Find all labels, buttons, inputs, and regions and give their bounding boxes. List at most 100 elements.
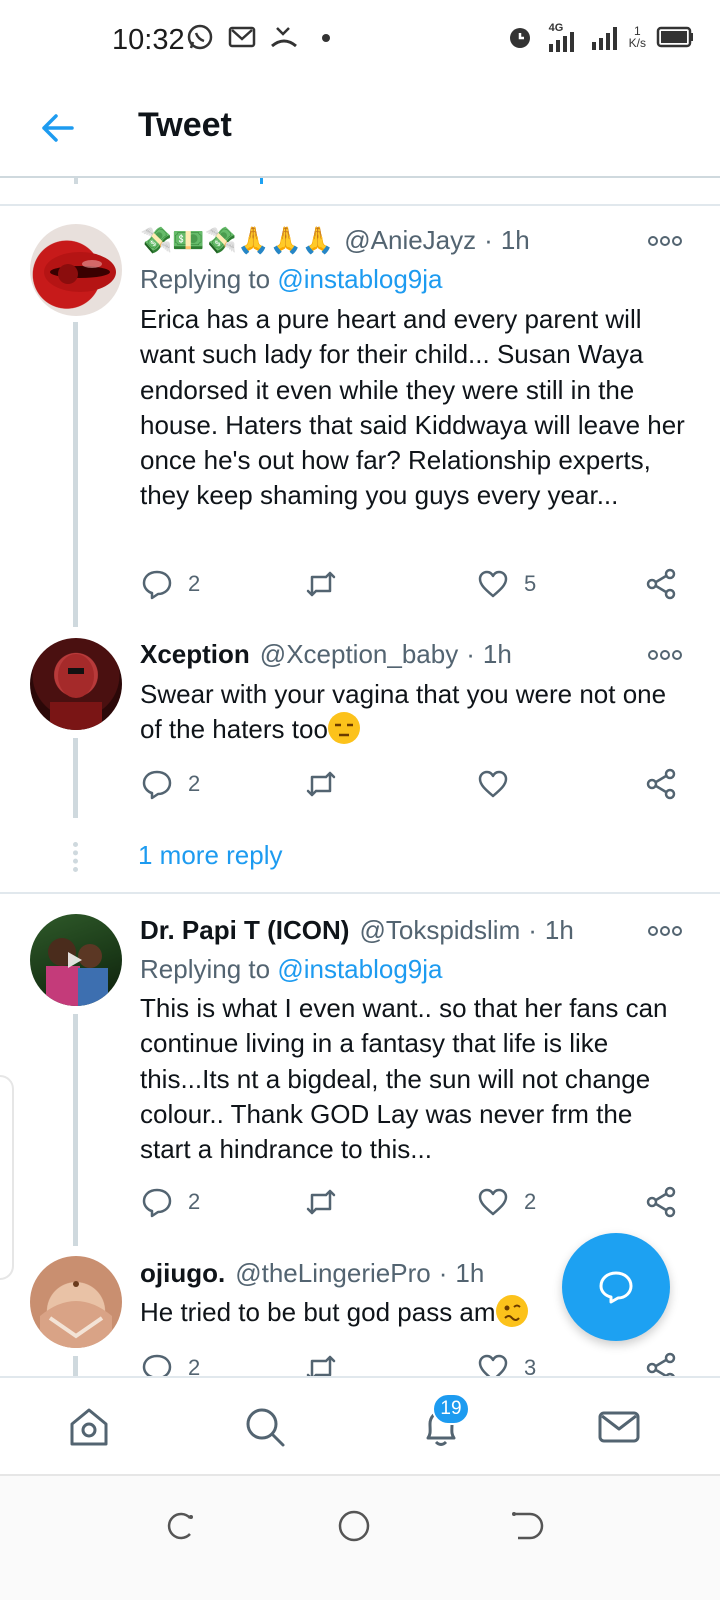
reply-button[interactable]: 2 xyxy=(140,1348,200,1376)
display-name[interactable]: Dr. Papi T (ICON) xyxy=(140,915,349,946)
handle[interactable]: @Xception_baby xyxy=(260,639,458,670)
recents-icon[interactable] xyxy=(160,1506,200,1546)
share-button[interactable] xyxy=(644,1348,678,1376)
avatar[interactable] xyxy=(30,1256,122,1348)
handle[interactable]: @AnieJayz xyxy=(344,225,476,256)
reply-button[interactable]: 2 xyxy=(140,1182,200,1222)
like-button[interactable]: 2 xyxy=(476,1182,536,1222)
tweet-actions: 2 xyxy=(140,764,690,804)
like-count: 3 xyxy=(524,1355,537,1376)
signal-icon xyxy=(591,27,617,50)
avatar[interactable] xyxy=(30,638,122,730)
tweet-header: Xception @Xception_baby · 1h xyxy=(140,636,512,672)
more-options-icon[interactable] xyxy=(648,648,682,662)
system-navigation-bar xyxy=(0,1474,720,1600)
retweet-button[interactable] xyxy=(304,564,352,604)
divider xyxy=(0,204,720,206)
back-system-icon[interactable] xyxy=(506,1506,546,1546)
tweet-header: Dr. Papi T (ICON) @Tokspidslim · 1h xyxy=(140,912,574,948)
separator-dot: · xyxy=(484,224,493,255)
avatar[interactable] xyxy=(30,224,122,316)
reply-count: 2 xyxy=(188,1355,201,1376)
status-system-icons: 4G 1 K/s xyxy=(505,22,694,52)
network-speed: 1 K/s xyxy=(629,25,646,49)
display-name[interactable]: Xception xyxy=(140,639,250,670)
like-count: 5 xyxy=(524,571,537,596)
more-replies-link[interactable]: 1 more reply xyxy=(138,840,283,871)
share-button[interactable] xyxy=(644,564,678,604)
reply-button[interactable]: 2 xyxy=(140,564,200,604)
separator-dot: · xyxy=(438,1257,448,1288)
divider xyxy=(0,892,720,894)
unamused-face-icon xyxy=(327,712,360,745)
separator-dot: · xyxy=(466,638,475,669)
alarm-icon xyxy=(509,28,530,48)
reply-icon xyxy=(142,1188,172,1218)
share-icon xyxy=(646,768,676,800)
more-options-icon[interactable] xyxy=(648,924,682,938)
heart-icon xyxy=(478,1354,508,1376)
like-button[interactable]: 3 xyxy=(476,1348,536,1376)
missed-call-icon xyxy=(271,27,297,48)
status-notification-icons xyxy=(185,22,341,52)
tweet-actions: 2 3 xyxy=(140,1348,690,1376)
retweet-icon xyxy=(306,571,336,597)
share-button[interactable] xyxy=(644,764,678,804)
bottom-navigation: 19 xyxy=(0,1376,720,1474)
handle[interactable]: @theLingeriePro xyxy=(235,1258,431,1289)
reply-count: 2 xyxy=(188,771,201,796)
woozy-face-icon xyxy=(495,1295,528,1327)
home-system-icon[interactable] xyxy=(334,1506,374,1546)
thread-line xyxy=(73,322,78,627)
reply-icon xyxy=(142,570,172,600)
messages-icon[interactable] xyxy=(596,1404,642,1450)
tweet-text: Erica has a pure heart and every parent … xyxy=(140,304,685,511)
avatar[interactable] xyxy=(30,914,122,1006)
search-icon[interactable] xyxy=(242,1404,288,1450)
retweet-icon xyxy=(306,1355,336,1376)
retweet-button[interactable] xyxy=(304,1182,352,1222)
replying-prefix: Replying to xyxy=(140,954,271,984)
retweet-icon xyxy=(306,771,336,797)
home-icon[interactable] xyxy=(66,1404,112,1450)
battery-icon xyxy=(656,26,693,48)
retweet-button[interactable] xyxy=(304,764,352,804)
reply-count: 2 xyxy=(188,571,201,596)
status-bar: 10:32 4G 1 K/s xyxy=(0,0,720,80)
display-name[interactable]: 💸💵💸🙏🙏🙏 xyxy=(140,225,334,256)
replying-to: Replying to @instablog9ja xyxy=(140,264,442,295)
compose-reply-button[interactable] xyxy=(562,1233,670,1341)
mention-link[interactable]: @instablog9ja xyxy=(277,954,442,984)
tweet-actions: 2 2 xyxy=(140,1182,690,1222)
whatsapp-icon xyxy=(187,24,213,50)
edge-panel-handle[interactable] xyxy=(0,1075,14,1280)
retweet-icon xyxy=(306,1189,336,1215)
share-button[interactable] xyxy=(644,1182,678,1222)
tweet-text: Swear with your vagina that you were not… xyxy=(140,677,690,748)
replying-to: Replying to @instablog9ja xyxy=(140,954,442,985)
like-button[interactable]: 5 xyxy=(476,564,536,604)
display-name[interactable]: ojiugo. xyxy=(140,1258,225,1289)
handle[interactable]: @Tokspidslim xyxy=(359,915,520,946)
thread-line xyxy=(73,1356,78,1376)
top-app-bar: Tweet xyxy=(0,80,720,178)
like-button[interactable] xyxy=(476,764,524,804)
retweet-button[interactable] xyxy=(304,1348,352,1376)
more-options-icon[interactable] xyxy=(648,234,682,248)
reply-count: 2 xyxy=(188,1189,201,1214)
like-count: 2 xyxy=(524,1189,537,1214)
status-time: 10:32 xyxy=(112,24,185,56)
timestamp: 1h xyxy=(455,1257,485,1288)
reply-bubble-icon xyxy=(599,1271,633,1304)
mention-link[interactable]: @instablog9ja xyxy=(277,264,442,294)
reply-button[interactable]: 2 xyxy=(140,764,200,804)
heart-icon xyxy=(478,570,508,598)
thread-dotted-line xyxy=(73,842,78,872)
tweet-header: 💸💵💸🙏🙏🙏 @AnieJayz · 1h xyxy=(140,222,530,258)
share-icon xyxy=(646,1352,676,1376)
tweet-text-content: He tried to be but god pass am xyxy=(140,1297,496,1327)
back-arrow-icon[interactable] xyxy=(36,106,80,150)
network-speed-unit: K/s xyxy=(628,36,646,50)
dot-icon xyxy=(322,34,330,42)
thread-line xyxy=(73,738,78,818)
